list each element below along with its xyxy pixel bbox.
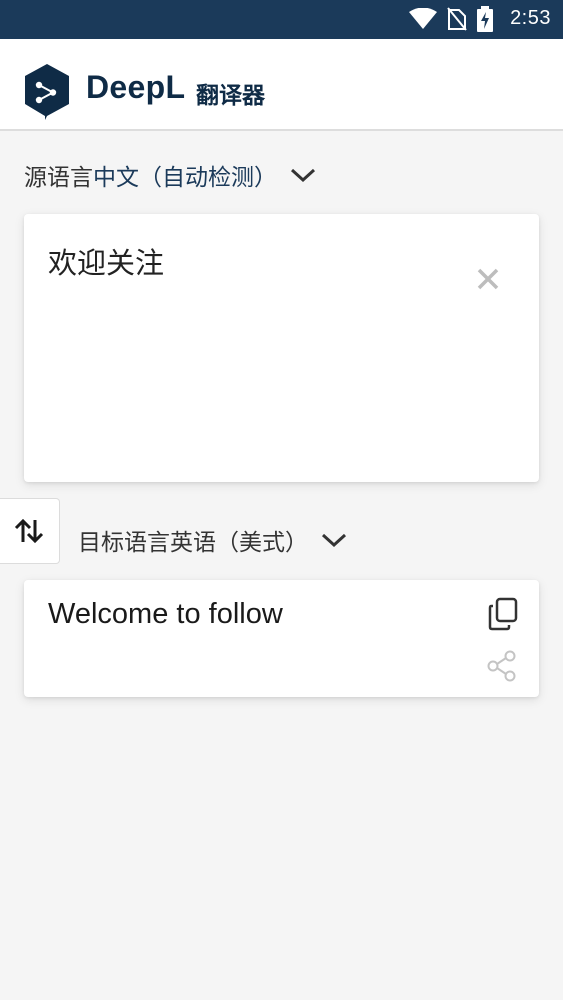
close-icon <box>477 268 499 290</box>
status-icons <box>409 6 493 32</box>
battery-charging-icon <box>477 6 493 32</box>
swap-vertical-icon <box>14 518 43 544</box>
copy-button[interactable] <box>487 597 519 631</box>
copy-icon <box>488 597 518 631</box>
translation-output: Welcome to follow <box>48 598 283 630</box>
source-language-label: 源语言 <box>24 165 93 191</box>
chevron-down-icon <box>321 533 347 548</box>
status-time: 2:53 <box>510 7 551 29</box>
wifi-icon <box>409 8 437 29</box>
no-sim-icon <box>447 7 467 31</box>
swap-languages-button[interactable] <box>0 498 60 564</box>
status-bar: 2:53 <box>0 0 563 39</box>
source-language-value: 中文（自动检测） <box>93 165 277 191</box>
source-language-selector[interactable]: 源语言 中文（自动检测） <box>24 158 317 192</box>
target-language-label: 目标语言 <box>78 530 170 556</box>
deepl-logo-icon <box>25 64 69 120</box>
clear-button[interactable] <box>473 264 503 294</box>
app-bar: DeepL 翻译器 <box>0 39 563 131</box>
share-icon <box>487 650 516 682</box>
share-button[interactable] <box>487 650 517 682</box>
source-text-card[interactable]: 欢迎关注 <box>24 214 539 482</box>
target-text-card: Welcome to follow <box>24 580 539 697</box>
logo-wordmark: DeepL <box>86 69 186 105</box>
logo-subtitle: 翻译器 <box>196 83 265 109</box>
source-text-input[interactable]: 欢迎关注 <box>48 240 164 282</box>
target-language-selector[interactable]: 目标语言 英语（美式） <box>78 523 348 557</box>
target-language-value: 英语（美式） <box>170 530 308 556</box>
chevron-down-icon <box>290 168 316 183</box>
